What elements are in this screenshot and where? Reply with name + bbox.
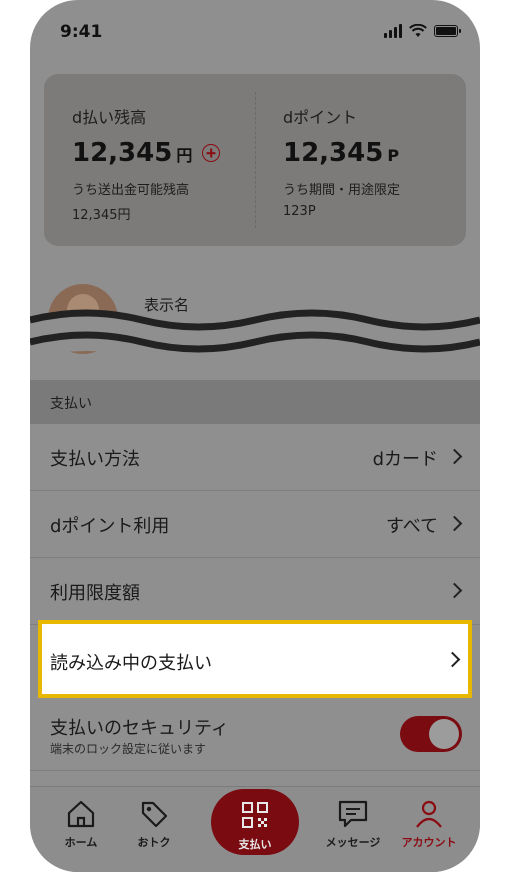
usage-limit-row[interactable]: 利用限度額 [30,558,480,625]
signal-icon [384,24,402,38]
status-icons [384,24,461,38]
payment-method-value: dカード [372,449,438,470]
wifi-icon [409,24,427,37]
phone-frame: 9:41 d払い残高 12,345 円 うち送出金可能残高 12,345円 dポ… [30,0,480,872]
dpoint-amount-value: 12,345 [283,138,384,168]
dbarai-amount-value: 12,345 [72,138,173,168]
usage-limit-label: 利用限度額 [50,583,140,604]
dpoint-amount: 12,345 P [283,138,399,168]
dpoint-label: dポイント [283,108,358,127]
section-header-payment: 支払い [30,380,480,424]
tab-home-label: ホーム [64,836,98,849]
payment-security-row: 支払いのセキュリティ 端末のロック設定に従います [30,702,480,771]
status-bar: 9:41 [30,0,480,66]
scanned-payment-row[interactable]: 読み込み中の支払い [38,620,472,698]
dbarai-label: d払い残高 [72,108,147,127]
dbarai-amount-unit: 円 [176,146,193,165]
person-icon [416,800,442,828]
dbarai-amount: 12,345 円 [72,138,221,168]
dbarai-balance[interactable]: d払い残高 12,345 円 うち送出金可能残高 12,345円 [44,74,255,246]
chevron-right-icon [444,651,461,668]
dpoint-usage-row[interactable]: dポイント利用 すべて [30,491,480,558]
home-icon [67,800,95,828]
message-icon [338,800,368,828]
dpoint-usage-value: すべて [385,516,438,537]
dbarai-sub-value: 12,345円 [72,208,131,223]
dpoint-amount-unit: P [387,146,400,165]
dbarai-sub-label: うち送出金可能残高 [72,183,190,198]
battery-icon [434,25,461,37]
tab-home[interactable]: ホーム [46,787,116,857]
payment-method-row[interactable]: 支払い方法 dカード [30,424,480,491]
security-toggle[interactable] [400,716,462,752]
scanned-payment-label: 読み込み中の支払い [50,653,212,674]
tab-message-label: メッセージ [325,836,381,849]
tab-account-label: アカウント [401,836,457,849]
charge-plus-icon[interactable] [202,144,221,162]
wave-break-divider [30,309,480,365]
dpoint-sub-label: うち期間・用途限定 [283,183,401,198]
chevron-right-icon [446,448,463,465]
tab-pay-label: 支払い [238,838,272,851]
payment-method-label: 支払い方法 [50,449,140,470]
status-time: 9:41 [60,22,103,42]
payment-security-sub: 端末のロック設定に従います [50,742,207,756]
tab-otoku[interactable]: おトク [119,787,189,857]
tag-icon [141,801,168,828]
balance-card: d払い残高 12,345 円 うち送出金可能残高 12,345円 dポイント 1… [44,74,466,246]
payment-security-label: 支払いのセキュリティ [50,718,229,739]
chevron-right-icon [446,582,463,599]
dpoint-usage-label: dポイント利用 [50,516,170,537]
tab-pay-button[interactable]: 支払い [211,789,299,855]
tab-message[interactable]: メッセージ [318,787,388,857]
tab-account[interactable]: アカウント [394,787,464,857]
section-title: 支払い [50,396,92,412]
dpoint-balance[interactable]: dポイント 12,345 P うち期間・用途限定 123P [255,74,466,246]
dpoint-sub-value: 123P [283,204,316,219]
tab-otoku-label: おトク [137,836,171,849]
qr-code-icon [242,802,268,828]
chevron-right-icon [446,515,463,532]
